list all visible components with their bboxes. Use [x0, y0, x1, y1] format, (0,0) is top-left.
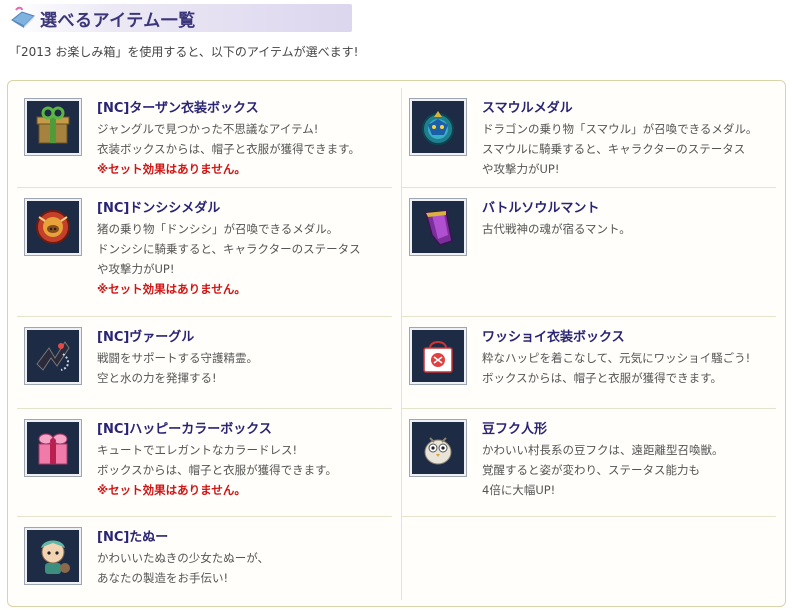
set-effect-note: ※セット効果はありません。: [97, 162, 246, 176]
item-name: スマウルメダル: [482, 101, 573, 116]
item-name: ワッショイ衣装ボックス: [482, 330, 625, 345]
item-thumbnail: [24, 327, 82, 385]
item-card: 豆フク人形 かわいい村長系の豆フクは、遠距離型召喚獣。 覚醒すると姿が変わり、ス…: [401, 409, 776, 517]
item-card: [NC]たぬー かわいいたぬきの少女たぬーが、 あなたの製造をお手伝い!: [17, 517, 392, 600]
description-line: ドンシシに騎乗すると、キャラクターのステータス: [97, 242, 361, 256]
item-card: [NC]ハッピーカラーボックス キュートでエレガントなカラードレス! ボックスか…: [17, 409, 392, 517]
item-description: かわいいたぬきの少女たぬーが、 あなたの製造をお手伝い!: [97, 548, 387, 588]
item-card: [NC]ターザン衣装ボックス ジャングルで見つかった不思議なアイテム! 衣装ボッ…: [17, 88, 392, 188]
item-description: かわいい村長系の豆フクは、遠距離型召喚獣。 覚醒すると姿が変わり、ステータス能力…: [482, 440, 772, 500]
item-card: [NC]ドンシシメダル 猪の乗り物「ドンシシ」が召喚できるメダル。 ドンシシに騎…: [17, 188, 392, 317]
description-line: や攻撃力がUP!: [97, 262, 175, 276]
item-description: キュートでエレガントなカラードレス! ボックスからは、帽子と衣服が獲得できます。…: [97, 440, 387, 500]
item-list-panel: [NC]ターザン衣装ボックス ジャングルで見つかった不思議なアイテム! 衣装ボッ…: [7, 80, 786, 607]
set-effect-note: ※セット効果はありません。: [97, 282, 246, 296]
gift-box-icon: [36, 106, 70, 144]
festival-bag-icon: [423, 341, 453, 373]
description-line: あなたの製造をお手伝い!: [97, 571, 229, 585]
description-line: や攻撃力がUP!: [482, 162, 560, 176]
item-description: 古代戦神の魂が宿るマント。: [482, 219, 772, 239]
description-line: ドラゴンの乗り物「スマウル」が召喚できるメダル。: [482, 122, 758, 136]
item-name: [NC]ターザン衣装ボックス: [97, 101, 259, 116]
ribbon-box-icon: [38, 433, 68, 465]
owl-doll-icon: [424, 437, 452, 465]
item-thumbnail: [24, 527, 82, 585]
item-name: バトルソウルマント: [482, 201, 600, 216]
item-thumbnail: [24, 198, 82, 256]
item-thumbnail: [409, 198, 467, 256]
description-line: キュートでエレガントなカラードレス!: [97, 443, 298, 457]
empty-cell: [401, 517, 776, 600]
description-line: 古代戦神の魂が宿るマント。: [482, 222, 631, 236]
item-name: 豆フク人形: [482, 422, 548, 437]
description-line: ジャングルで見つかった不思議なアイテム!: [97, 122, 319, 136]
page-title: 選べるアイテム一覧: [40, 11, 196, 31]
item-card: ワッショイ衣装ボックス 粋なハッピを着こなして、元気にワッショイ騒ごう! ボック…: [401, 317, 776, 409]
item-card: [NC]ヴァーグル 戦闘をサポートする守護精霊。 空と水の力を発揮する!: [17, 317, 392, 409]
description-line: スマウルに騎乗すると、キャラクターのステータス: [482, 142, 746, 156]
description-line: ボックスからは、帽子と衣服が獲得できます。: [97, 463, 338, 477]
description-line: 戦闘をサポートする守護精霊。: [97, 351, 258, 365]
item-thumbnail: [24, 419, 82, 477]
item-thumbnail: [409, 419, 467, 477]
item-description: 戦闘をサポートする守護精霊。 空と水の力を発揮する!: [97, 348, 387, 388]
description-line: かわいい村長系の豆フクは、遠距離型召喚獣。: [482, 443, 724, 457]
spirit-icon: [36, 341, 70, 371]
tanuki-girl-icon: [41, 540, 70, 574]
description-line: 空と水の力を発揮する!: [97, 371, 217, 385]
item-name: [NC]ハッピーカラーボックス: [97, 422, 272, 437]
item-name: [NC]たぬー: [97, 530, 169, 545]
intro-text: 「2013 お楽しみ箱」を使用すると、以下のアイテムが選べます!: [9, 45, 359, 59]
item-grid: [NC]ターザン衣装ボックス ジャングルで見つかった不思議なアイテム! 衣装ボッ…: [17, 88, 776, 600]
item-description: ドラゴンの乗り物「スマウル」が召喚できるメダル。 スマウルに騎乗すると、キャラク…: [482, 119, 772, 179]
description-line: ボックスからは、帽子と衣服が獲得できます。: [482, 371, 723, 385]
item-description: 猪の乗り物「ドンシシ」が召喚できるメダル。 ドンシシに騎乗すると、キャラクターの…: [97, 219, 387, 299]
set-effect-note: ※セット効果はありません。: [97, 483, 246, 497]
description-line: 覚醒すると姿が変わり、ステータス能力も: [482, 463, 701, 477]
description-line: 4倍に大幅UP!: [482, 483, 556, 497]
item-thumbnail: [24, 98, 82, 156]
boar-medal-icon: [36, 210, 70, 244]
cape-icon: [425, 210, 453, 246]
book-icon: [11, 6, 35, 28]
description-line: 衣装ボックスからは、帽子と衣服が獲得できます。: [97, 142, 361, 156]
item-name: [NC]ヴァーグル: [97, 330, 195, 345]
item-name: [NC]ドンシシメダル: [97, 201, 221, 216]
item-card: バトルソウルマント 古代戦神の魂が宿るマント。: [401, 188, 776, 317]
item-card: スマウルメダル ドラゴンの乗り物「スマウル」が召喚できるメダル。 スマウルに騎乗…: [401, 88, 776, 188]
item-thumbnail: [409, 98, 467, 156]
item-description: ジャングルで見つかった不思議なアイテム! 衣装ボックスからは、帽子と衣服が獲得で…: [97, 119, 387, 179]
dragon-medal-icon: [422, 111, 454, 145]
description-line: 猪の乗り物「ドンシシ」が召喚できるメダル。: [97, 222, 339, 236]
item-description: 粋なハッピを着こなして、元気にワッショイ騒ごう! ボックスからは、帽子と衣服が獲…: [482, 348, 772, 388]
description-line: 粋なハッピを着こなして、元気にワッショイ騒ごう!: [482, 351, 751, 365]
item-thumbnail: [409, 327, 467, 385]
description-line: かわいいたぬきの少女たぬーが、: [97, 551, 270, 565]
